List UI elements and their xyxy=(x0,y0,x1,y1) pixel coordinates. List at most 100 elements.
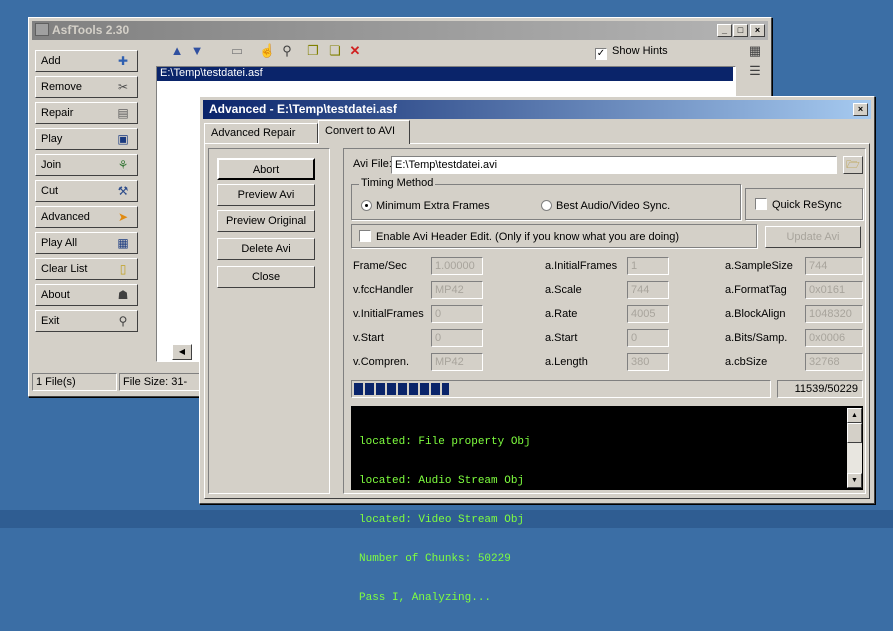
a-sample-size-field[interactable]: 744 xyxy=(805,257,863,275)
progress-counter-text: 11539/50229 xyxy=(794,383,858,395)
minimize-button[interactable]: _ xyxy=(717,24,732,37)
close-dialog-button[interactable]: Close xyxy=(217,266,315,288)
a-cb-size-field[interactable]: 32768 xyxy=(805,353,863,371)
a-rate-label: a.Rate xyxy=(545,308,578,320)
quick-resync-checkbox[interactable]: Quick ReSync xyxy=(755,198,842,211)
play-icon: ▣ xyxy=(117,132,129,146)
show-hints-checkbox[interactable]: ✓ Show Hints xyxy=(595,45,668,60)
add-button[interactable]: Add ✚ xyxy=(35,50,138,72)
paste-icon[interactable]: ❏ xyxy=(327,43,343,59)
a-sample-size-value: 744 xyxy=(809,260,828,272)
about-label: About xyxy=(41,289,70,301)
a-block-align-field[interactable]: 1048320 xyxy=(805,305,863,323)
scroll-thumb[interactable] xyxy=(847,423,862,443)
about-button[interactable]: About ☗ xyxy=(35,284,138,306)
a-rate-field[interactable]: 4005 xyxy=(627,305,669,323)
repair-icon: ▤ xyxy=(117,106,129,120)
tab-advanced-repair-label: Advanced Repair xyxy=(211,127,296,139)
a-start-field[interactable]: 0 xyxy=(627,329,669,347)
play-label: Play xyxy=(41,133,63,145)
a-scale-field[interactable]: 744 xyxy=(627,281,669,299)
folder-icon: 🗁 xyxy=(846,159,860,171)
a-format-tag-field[interactable]: 0x0161 xyxy=(805,281,863,299)
preview-original-button[interactable]: Preview Original xyxy=(217,210,315,232)
exit-button[interactable]: Exit ⚲ xyxy=(35,310,138,332)
grid-view-icon[interactable]: ▦ xyxy=(747,43,763,59)
list-view-icon[interactable]: ☰ xyxy=(747,63,763,79)
main-title-bar[interactable]: AsfTools 2.30 _ □ × xyxy=(32,21,768,40)
repair-button[interactable]: Repair ▤ xyxy=(35,102,138,124)
log-line: located: Audio Stream Obj xyxy=(359,475,525,487)
clear-list-button[interactable]: Clear List ▯ xyxy=(35,258,138,280)
remove-button[interactable]: Remove ✂ xyxy=(35,76,138,98)
frame-sec-field[interactable]: 1.00000 xyxy=(431,257,483,275)
timing-method-legend: Timing Method xyxy=(359,177,436,189)
copy-icon[interactable]: ❐ xyxy=(305,43,321,59)
delete-avi-button[interactable]: Delete Avi xyxy=(217,238,315,260)
dialog-close-button[interactable]: × xyxy=(853,103,868,116)
play-all-button[interactable]: Play All ▦ xyxy=(35,232,138,254)
join-button[interactable]: Join ⚘ xyxy=(35,154,138,176)
close-button[interactable]: × xyxy=(750,24,765,37)
v-compren-field[interactable]: MP42 xyxy=(431,353,483,371)
file-list-item[interactable]: E:\Temp\testdatei.asf xyxy=(157,67,733,81)
move-up-icon[interactable]: ▲ xyxy=(169,43,185,59)
dialog-title-bar[interactable]: Advanced - E:\Temp\testdatei.asf × xyxy=(203,100,871,119)
advanced-button[interactable]: Advanced ➤ xyxy=(35,206,138,228)
update-avi-button[interactable]: Update Avi xyxy=(765,226,861,248)
remove-icon: ✂ xyxy=(117,80,129,94)
avi-file-value: E:\Temp\testdatei.avi xyxy=(395,159,498,171)
a-sample-size-label: a.SampleSize xyxy=(725,260,793,272)
cut-label: Cut xyxy=(41,185,59,197)
header-edit-checkbox[interactable]: Enable Avi Header Edit. (Only if you kno… xyxy=(359,230,679,243)
dialog-title: Advanced - E:\Temp\testdatei.asf xyxy=(209,102,397,116)
a-length-label: a.Length xyxy=(545,356,588,368)
window-icon[interactable]: ▭ xyxy=(229,43,245,59)
status-size: File Size: 31- xyxy=(119,373,201,391)
v-start-value: 0 xyxy=(435,332,442,344)
console-scrollbar[interactable]: ▲ ▼ xyxy=(847,408,862,488)
play-button[interactable]: Play ▣ xyxy=(35,128,138,150)
a-start-label: a.Start xyxy=(545,332,578,344)
preview-avi-button[interactable]: Preview Avi xyxy=(217,184,315,206)
show-hints-check: ✓ xyxy=(595,48,607,60)
avi-file-input[interactable]: E:\Temp\testdatei.avi xyxy=(391,156,837,174)
advanced-icon: ➤ xyxy=(117,210,129,224)
scroll-up-button[interactable]: ▲ xyxy=(847,408,862,423)
fcc-handler-field[interactable]: MP42 xyxy=(431,281,483,299)
search-icon[interactable]: ⚲ xyxy=(279,43,295,59)
a-rate-value: 4005 xyxy=(631,308,656,320)
a-bits-samp-field[interactable]: 0x0006 xyxy=(805,329,863,347)
log-line: Pass I, Analyzing... xyxy=(359,592,492,604)
log-console[interactable]: located: File property Obj located: Audi… xyxy=(351,406,863,604)
show-hints-label: Show Hints xyxy=(612,45,668,57)
a-cb-size-value: 32768 xyxy=(809,356,840,368)
v-start-field[interactable]: 0 xyxy=(431,329,483,347)
minimum-extra-frames-radio[interactable]: Minimum Extra Frames xyxy=(361,200,490,212)
join-label: Join xyxy=(41,159,62,171)
cut-icon: ⚒ xyxy=(117,184,129,198)
select-icon[interactable]: ☝ xyxy=(259,43,275,59)
maximize-button[interactable]: □ xyxy=(733,24,748,37)
header-edit-label: Enable Avi Header Edit. (Only if you kno… xyxy=(376,231,680,243)
abort-label: Abort xyxy=(252,164,280,176)
fcc-handler-value: MP42 xyxy=(435,284,464,296)
v-initial-frames-value: 0 xyxy=(435,308,442,320)
v-initial-frames-field[interactable]: 0 xyxy=(431,305,483,323)
avi-file-label: Avi File: xyxy=(353,158,392,170)
delete-icon[interactable]: ✕ xyxy=(347,43,363,59)
best-sync-radio[interactable]: Best Audio/Video Sync. xyxy=(541,200,670,212)
tab-convert-to-avi[interactable]: Convert to AVI xyxy=(318,120,410,144)
horizontal-scrollbar[interactable]: ◀ xyxy=(172,344,192,360)
scroll-down-button[interactable]: ▼ xyxy=(847,473,862,488)
cut-button[interactable]: Cut ⚒ xyxy=(35,180,138,202)
move-down-icon[interactable]: ▼ xyxy=(189,43,205,59)
browse-folder-button[interactable]: 🗁 xyxy=(843,156,863,174)
a-initial-frames-field[interactable]: 1 xyxy=(627,257,669,275)
a-length-field[interactable]: 380 xyxy=(627,353,669,371)
a-initial-frames-value: 1 xyxy=(631,260,638,272)
tab-convert-to-avi-label: Convert to AVI xyxy=(325,125,396,137)
abort-button[interactable]: Abort xyxy=(217,158,315,180)
tab-advanced-repair[interactable]: Advanced Repair xyxy=(204,123,318,143)
exit-icon: ⚲ xyxy=(118,314,128,328)
